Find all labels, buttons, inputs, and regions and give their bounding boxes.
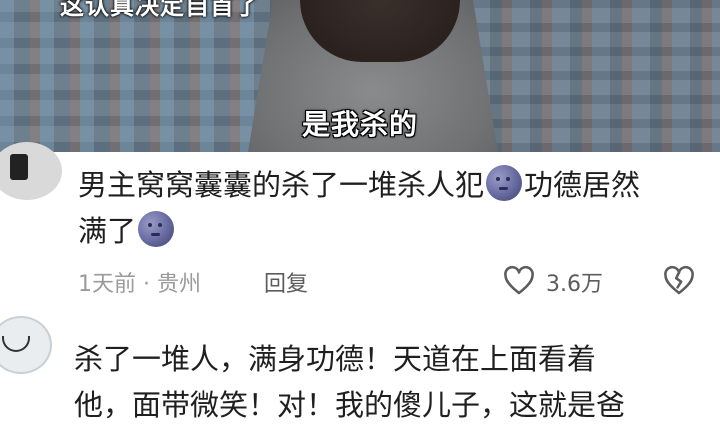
like-count: 3.6万 (546, 272, 603, 297)
heart-icon[interactable] (502, 264, 536, 298)
comment-line: 杀了一堆人，满身功德！天道在上面看着 (74, 342, 597, 376)
video-frame[interactable]: 这认真决定自首了 是我杀的 (0, 0, 720, 152)
video-top-caption: 这认真决定自首了 (60, 0, 260, 20)
avatar[interactable] (0, 316, 52, 374)
video-subtitle: 是我杀的 (301, 108, 418, 141)
avatar-image (10, 154, 28, 180)
new-moon-face-icon (486, 165, 523, 201)
comment-text: 男主窝窝囊囊的杀了一堆杀人犯 功德居然 满了 (78, 162, 718, 254)
new-moon-face-icon (138, 211, 175, 247)
comment-line: 男主窝窝囊囊的杀了一堆杀人犯 (78, 168, 485, 202)
comment-text: 杀了一堆人，满身功德！天道在上面看着 他，面带微笑！对！我的傻儿子，这就是爸 (74, 336, 714, 428)
comment-line: 满了 (78, 214, 137, 248)
broken-heart-icon[interactable] (662, 264, 696, 298)
comment-line: 功德居然 (524, 168, 641, 202)
avatar-image (2, 336, 30, 352)
comment-meta: 1天前 · 贵州 (78, 272, 201, 297)
comment-line: 他，面带微笑！对！我的傻儿子，这就是爸 (74, 388, 626, 422)
reply-button[interactable]: 回复 (264, 266, 308, 298)
avatar[interactable] (0, 142, 62, 200)
